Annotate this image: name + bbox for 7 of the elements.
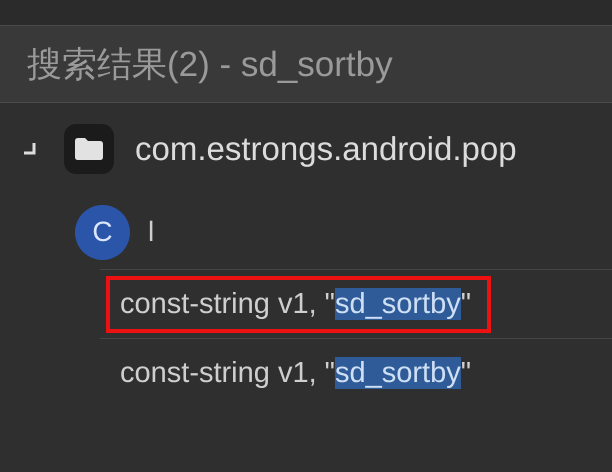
class-badge: C	[75, 204, 130, 260]
folder-icon	[64, 124, 114, 174]
package-name[interactable]: com.estrongs.android.pop	[135, 130, 517, 168]
expanded-corner-icon[interactable]	[22, 143, 36, 155]
search-result-line[interactable]: const-string v1, "sd_sortby"	[106, 344, 492, 402]
panel-title: 搜索结果(2) - sd_sortby	[27, 44, 393, 86]
class-name[interactable]: l	[148, 216, 154, 248]
